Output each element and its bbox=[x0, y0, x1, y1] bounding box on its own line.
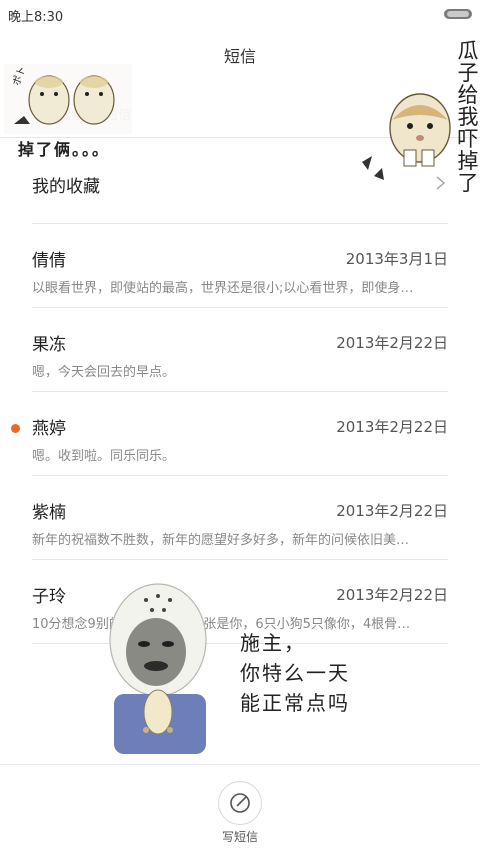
chevron-right-icon bbox=[436, 176, 446, 190]
hamster-illustration bbox=[4, 64, 132, 134]
caption-line: 能正常点吗 bbox=[240, 691, 350, 715]
compose-label: 写短信 bbox=[221, 830, 258, 844]
battery-icon bbox=[444, 9, 472, 19]
caption-char: 给 bbox=[457, 83, 479, 107]
divider bbox=[32, 643, 448, 644]
conversation-row[interactable]: 倩倩 2013年3月1日 以眼看世界，即使站的最高，世界还是很小;以心看世界，即… bbox=[0, 224, 480, 308]
status-time: 晚上8:30 bbox=[8, 10, 64, 25]
conversation-row[interactable]: 紫楠 2013年2月22日 新年的祝福数不胜数，新年的愿望好多好多，新年的问候依… bbox=[0, 476, 480, 560]
message-preview: 以眼看世界，即使站的最高，世界还是很小;以心看世界，即使身… bbox=[32, 281, 414, 296]
contact-name: 紫楠 bbox=[32, 503, 66, 523]
status-bar: 晚上8:30 bbox=[0, 0, 480, 28]
message-date: 2013年2月22日 bbox=[336, 418, 448, 436]
caption-line: 你特么一天 bbox=[240, 661, 350, 685]
conversation-row[interactable]: 子玲 2013年2月22日 10分想念9别的你，8张照片7张是你，6只小狗5只像… bbox=[0, 560, 480, 644]
conversation-row[interactable]: 燕婷 2013年2月22日 嗯。收到啦。同乐同乐。 bbox=[0, 392, 480, 476]
conversation-row[interactable]: 果冻 2013年2月22日 嗯，今天会回去的早点。 bbox=[0, 308, 480, 392]
header: 短信 bbox=[0, 40, 480, 74]
hamster-sticker-left: ポト bbox=[4, 64, 132, 134]
search-input[interactable]: 搜索7条短信 bbox=[58, 104, 131, 123]
contact-name: 倩倩 bbox=[32, 251, 66, 271]
message-preview: 新年的祝福数不胜数，新年的愿望好多好多，新年的问候依旧美… bbox=[32, 533, 410, 548]
divider bbox=[0, 137, 480, 138]
compose-icon bbox=[230, 793, 250, 813]
unread-dot bbox=[11, 424, 20, 433]
compose-button[interactable] bbox=[218, 781, 262, 825]
contact-name: 子玲 bbox=[32, 587, 66, 607]
caption-char: 我 bbox=[457, 105, 479, 129]
message-date: 2013年2月22日 bbox=[336, 502, 448, 520]
search-icon bbox=[37, 106, 51, 120]
message-preview: 嗯。收到啦。同乐同乐。 bbox=[32, 449, 176, 464]
message-preview: 嗯，今天会回去的早点。 bbox=[32, 365, 176, 380]
message-date: 2013年3月1日 bbox=[345, 250, 448, 268]
message-date: 2013年2月22日 bbox=[336, 586, 448, 604]
favorites-label: 我的收藏 bbox=[32, 177, 100, 197]
message-date: 2013年2月22日 bbox=[336, 334, 448, 352]
contact-name: 果冻 bbox=[32, 335, 66, 355]
favorites-row[interactable]: 我的收藏 bbox=[0, 140, 480, 224]
bottom-bar: 写短信 bbox=[0, 764, 480, 854]
page-title: 短信 bbox=[223, 47, 256, 66]
contact-name: 燕婷 bbox=[32, 419, 66, 439]
message-preview: 10分想念9别的你，8张照片7张是你，6只小狗5只像你，4根骨… bbox=[32, 617, 411, 632]
